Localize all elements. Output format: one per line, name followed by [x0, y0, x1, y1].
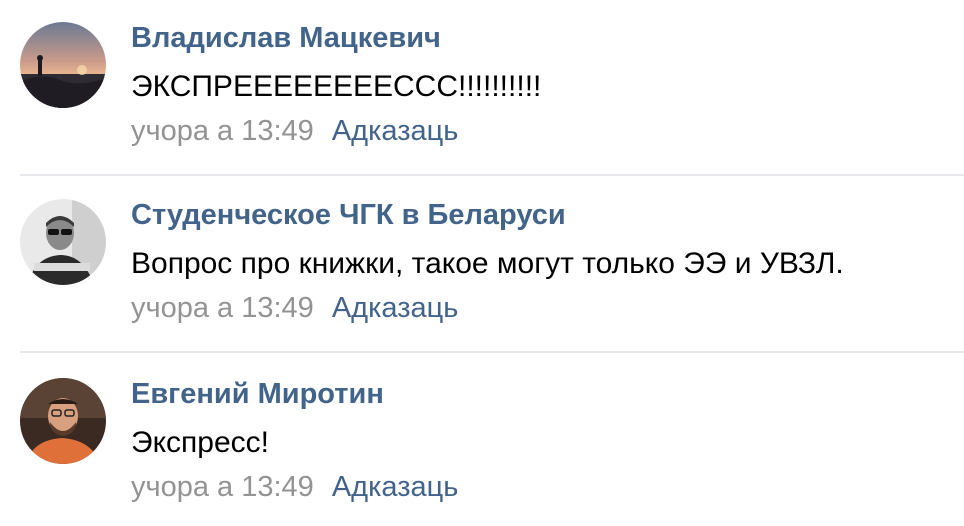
comment-text: Экспресс!: [131, 426, 269, 459]
comment-author-link[interactable]: Владислав Мацкевич: [131, 20, 441, 56]
comment-item: Студенческое ЧГК в Беларуси Вопрос про к…: [0, 197, 964, 347]
divider: [20, 351, 964, 353]
comment-author-link[interactable]: Евгений Миротин: [131, 376, 384, 412]
comment-text: Вопрос про книжки, такое могут только ЭЭ…: [131, 247, 844, 280]
avatar-photo-person-sunglasses: [20, 199, 106, 285]
reply-button[interactable]: Адказаць: [332, 292, 459, 324]
comment-date-link[interactable]: учора а 13:49: [131, 115, 314, 147]
comment-date-link[interactable]: учора а 13:49: [131, 292, 314, 324]
comment-author-link[interactable]: Студенческое ЧГК в Беларуси: [131, 197, 566, 233]
divider: [20, 174, 964, 176]
comment-meta: учора а 13:49 Адказаць: [131, 113, 458, 149]
reply-button[interactable]: Адказаць: [332, 471, 459, 503]
avatar[interactable]: [20, 199, 106, 285]
comment-meta: учора а 13:49 Адказаць: [131, 469, 458, 505]
avatar-photo-sunset: [20, 22, 106, 108]
avatar-photo-person-orange-shirt: [20, 378, 106, 464]
comment-text: ЭКСПРЕЕЕЕЕЕЕЕССС!!!!!!!!!!: [131, 70, 542, 103]
comment-item: Евгений Миротин Экспресс! учора а 13:49 А…: [0, 376, 964, 526]
avatar[interactable]: [20, 22, 106, 108]
comment-meta: учора а 13:49 Адказаць: [131, 290, 458, 326]
comment-date-link[interactable]: учора а 13:49: [131, 471, 314, 503]
avatar[interactable]: [20, 378, 106, 464]
reply-button[interactable]: Адказаць: [332, 115, 459, 147]
comment-item: Владислав Мацкевич ЭКСПРЕЕЕЕЕЕЕЕССС!!!!!…: [0, 20, 964, 170]
